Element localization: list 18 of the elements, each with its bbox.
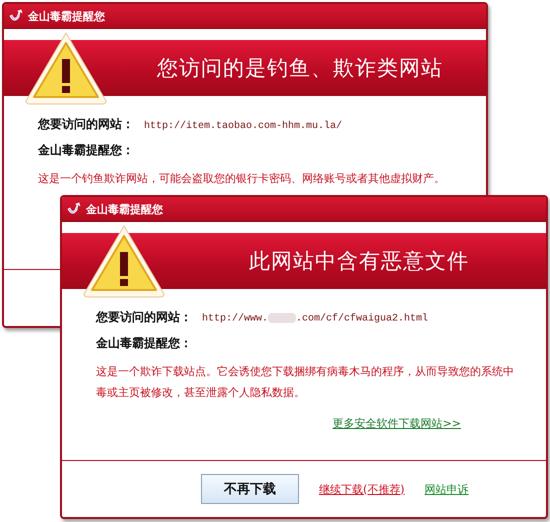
notice-heading: 金山毒霸提醒您：: [38, 142, 135, 159]
url-text: http://item.taobao.com-hhm.mu.la/: [144, 121, 342, 132]
warning-text: 这是一个钓鱼欺诈网站，可能会盗取您的银行卡密码、网络账号或者其他虚拟财产。: [38, 171, 446, 187]
more-sites-link[interactable]: 更多安全软件下载网站>>: [332, 416, 461, 431]
warning-headline: 此网站中含有恶意文件: [249, 248, 469, 275]
stop-download-button[interactable]: 不再下载: [201, 474, 299, 504]
footer-link[interactable]: 网站申诉: [424, 482, 469, 496]
window-title: 金山毒霸提醒您: [86, 202, 163, 216]
warning-icon: [24, 31, 108, 105]
url-label: 您要访问的网站：: [38, 116, 134, 133]
warning-icon: [82, 224, 166, 298]
notice-heading: 金山毒霸提醒您：: [96, 335, 193, 352]
url-text: http://www. .com/cf/cfwaigua2.html: [202, 313, 428, 325]
footer-link[interactable]: 继续下载(不推荐): [319, 482, 405, 496]
window-title: 金山毒霸提醒您: [28, 8, 105, 24]
warning-headline: 您访问的是钓鱼、欺诈类网站: [157, 55, 443, 82]
warning-text: 这是一个欺诈下载站点。它会诱使您下载捆绑有病毒木马的程序，从而导致您的系统中毒或主页被修改，甚至泄露个人隐私数据。: [96, 364, 515, 401]
url-label: 您要访问的网站：: [96, 309, 192, 326]
